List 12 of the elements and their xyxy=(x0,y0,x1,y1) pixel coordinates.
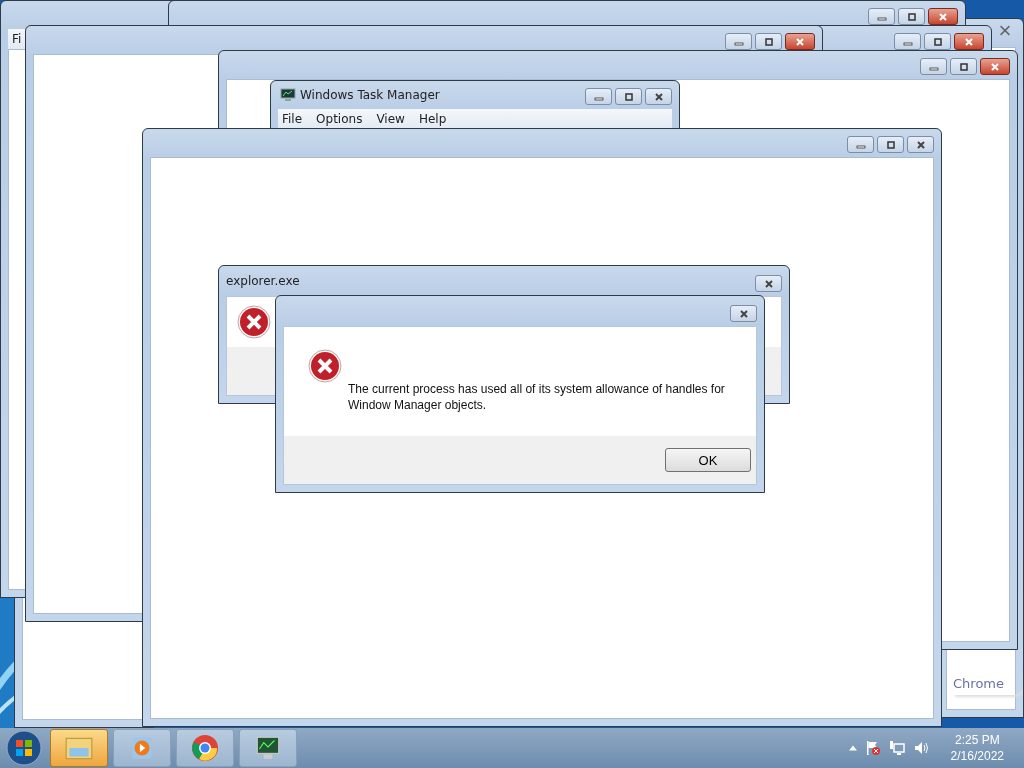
menu-item[interactable]: Help xyxy=(417,112,448,126)
window-title: explorer.exe xyxy=(226,274,300,288)
menu-item[interactable]: View xyxy=(375,112,406,126)
menu-item[interactable]: Fi xyxy=(11,32,23,46)
clock-date: 2/16/2022 xyxy=(950,748,1004,764)
window-title: Windows Task Manager xyxy=(300,88,440,102)
menu-item[interactable]: File xyxy=(281,112,304,126)
error-message: The current process has used all of its system allowance of handles for Window Manager objects. xyxy=(348,381,726,413)
ok-button[interactable]: OK xyxy=(665,448,751,472)
clock-time: 2:25 PM xyxy=(954,732,1000,748)
browser-label: Chrome xyxy=(953,672,1023,695)
menu-item[interactable]: Options xyxy=(315,112,364,126)
